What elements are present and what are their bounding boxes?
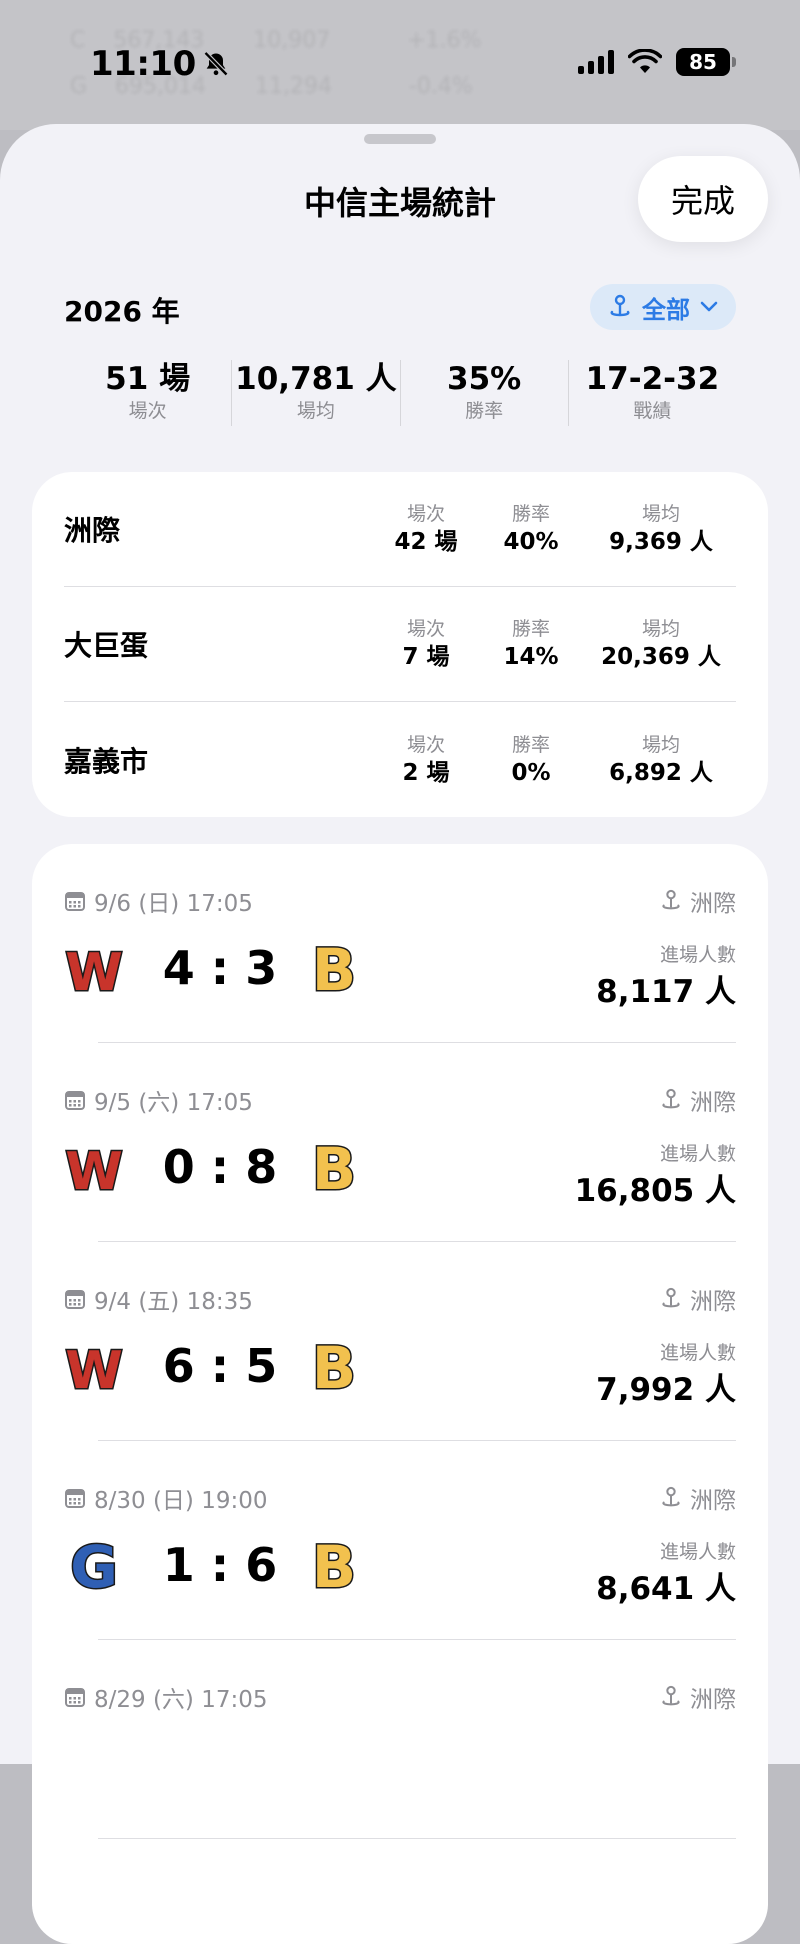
chevron-down-icon [700, 301, 718, 312]
team-letter: B [312, 1334, 356, 1398]
cellular-signal-icon [578, 50, 614, 74]
summary-games: 51 場 場次 [105, 361, 191, 422]
home-team-logo: B [302, 935, 366, 1006]
venue-average: 場均 6,892 人 [609, 733, 713, 786]
game-row[interactable]: 8/30 (日) 19:00 洲際 G 1 : 6 B 進場人數 8,641 人 [32, 1441, 768, 1640]
game-score: 0 : 8 [162, 1140, 278, 1194]
game-row[interactable]: 9/6 (日) 17:05 洲際 W 4 : 3 B 進場人數 8,117 人 [32, 844, 768, 1043]
away-team-logo: W [62, 1334, 126, 1403]
attendance-value: 8,641 人 [596, 1571, 736, 1607]
attendance-value: 8,117 人 [596, 974, 736, 1010]
game-date: 8/30 (日) 19:00 [64, 1481, 268, 1515]
venue-name: 大巨蛋 [64, 629, 149, 662]
location-pin-icon [610, 294, 630, 317]
venue-games: 場次 2 場 [402, 733, 450, 786]
game-row[interactable]: 9/4 (五) 18:35 洲際 W 6 : 5 B 進場人數 7,992 人 [32, 1242, 768, 1441]
venue-games: 場次 7 場 [402, 618, 450, 670]
game-date: 9/4 (五) 18:35 [64, 1282, 253, 1316]
home-team-logo: B [302, 1333, 366, 1404]
game-row[interactable]: 8/29 (六) 17:05 洲際 [32, 1640, 768, 1839]
team-letter: B [312, 936, 356, 1000]
home-team-logo: B [302, 1134, 366, 1205]
summary-winrate: 35% 勝率 [399, 360, 568, 426]
game-score: 6 : 5 [162, 1339, 278, 1393]
attendance-label: 進場人數 [659, 1541, 736, 1563]
attendance-value: 16,805 人 [574, 1173, 736, 1209]
filter-label: 全部 [642, 296, 690, 324]
status-time: 11:10 [90, 44, 196, 84]
game-score: 1 : 6 [162, 1538, 278, 1592]
status-indicators: 85 [578, 48, 736, 76]
attendance-value: 7,992 人 [596, 1372, 736, 1408]
attendance-label: 進場人數 [659, 944, 736, 966]
game-score: 4 : 3 [162, 941, 278, 995]
game-venue: 洲際 [660, 1680, 736, 1714]
calendar-icon [65, 1290, 85, 1309]
venue-average: 場均 20,369 人 [601, 618, 721, 670]
calendar-icon [65, 892, 85, 911]
wifi-icon [628, 49, 662, 73]
team-letter: G [70, 1533, 118, 1597]
location-pin-icon [662, 1088, 680, 1109]
venue-winrate: 勝率 14% [503, 618, 559, 670]
away-team-logo: G [62, 1532, 126, 1603]
venue-stats-card: 洲際 場次 42 場 勝率 40% 場均 9,369 人 大巨蛋 場次 7 場 … [32, 472, 768, 817]
location-pin-icon [662, 1287, 680, 1308]
sheet-grabber[interactable] [364, 134, 436, 144]
location-pin-icon [662, 889, 680, 910]
venue-average: 場均 9,369 人 [609, 503, 713, 555]
location-pin-icon [662, 1486, 680, 1507]
summary-stats: 51 場 場次 10,781 人 場均 35% 勝率 17-2-32 戰績 [64, 360, 736, 426]
calendar-icon [65, 1091, 85, 1110]
venue-name: 洲際 [64, 514, 121, 547]
attendance-label: 進場人數 [659, 1143, 736, 1165]
divider [98, 1838, 736, 1839]
game-date: 8/29 (六) 17:05 [64, 1680, 268, 1714]
done-button[interactable]: 完成 [638, 156, 768, 242]
game-venue: 洲際 [660, 884, 736, 918]
home-team-logo: B [302, 1532, 366, 1603]
bell-slash-icon [203, 51, 228, 77]
team-letter: W [65, 943, 122, 1000]
venue-games: 場次 42 場 [394, 503, 458, 555]
away-team-logo: W [62, 936, 126, 1005]
game-venue: 洲際 [660, 1083, 736, 1117]
venue-row[interactable]: 嘉義市 場次 2 場 勝率 0% 場均 6,892 人 [64, 702, 736, 817]
game-list[interactable]: 9/6 (日) 17:05 洲際 W 4 : 3 B 進場人數 8,117 人 9/5 (六)… [32, 844, 768, 1944]
battery-level: 85 [689, 50, 717, 74]
team-letter: B [312, 1135, 356, 1199]
attendance-label: 進場人數 [659, 1342, 736, 1364]
game-date: 9/5 (六) 17:05 [64, 1083, 253, 1117]
battery-indicator: 85 [676, 48, 736, 76]
team-letter: W [65, 1142, 122, 1199]
team-letter: B [312, 1533, 356, 1597]
status-clock: 11:10 [90, 44, 230, 84]
game-date: 9/6 (日) 17:05 [64, 884, 253, 918]
game-venue: 洲際 [660, 1481, 736, 1515]
year-label: 2026 年 [64, 295, 180, 328]
summary-record: 17-2-32 戰績 [567, 360, 736, 426]
venue-filter-button[interactable]: 全部 [590, 284, 736, 330]
game-venue: 洲際 [660, 1282, 736, 1316]
venue-row[interactable]: 大巨蛋 場次 7 場 勝率 14% 場均 20,369 人 [64, 587, 736, 702]
status-bar: C 567,143 10,907 +1.6% G 695,014 11,294 … [0, 0, 800, 130]
summary-average: 10,781 人 場均 [231, 360, 399, 426]
location-pin-icon [662, 1685, 680, 1706]
venue-winrate: 勝率 40% [503, 503, 559, 555]
venue-row[interactable]: 洲際 場次 42 場 勝率 40% 場均 9,369 人 [64, 472, 736, 587]
calendar-icon [65, 1688, 85, 1707]
game-row[interactable]: 9/5 (六) 17:05 洲際 W 0 : 8 B 進場人數 16,805 人 [32, 1043, 768, 1242]
away-team-logo: W [62, 1135, 126, 1204]
venue-winrate: 勝率 0% [511, 733, 551, 786]
calendar-icon [65, 1489, 85, 1508]
venue-name: 嘉義市 [64, 744, 149, 778]
team-letter: W [65, 1341, 122, 1398]
